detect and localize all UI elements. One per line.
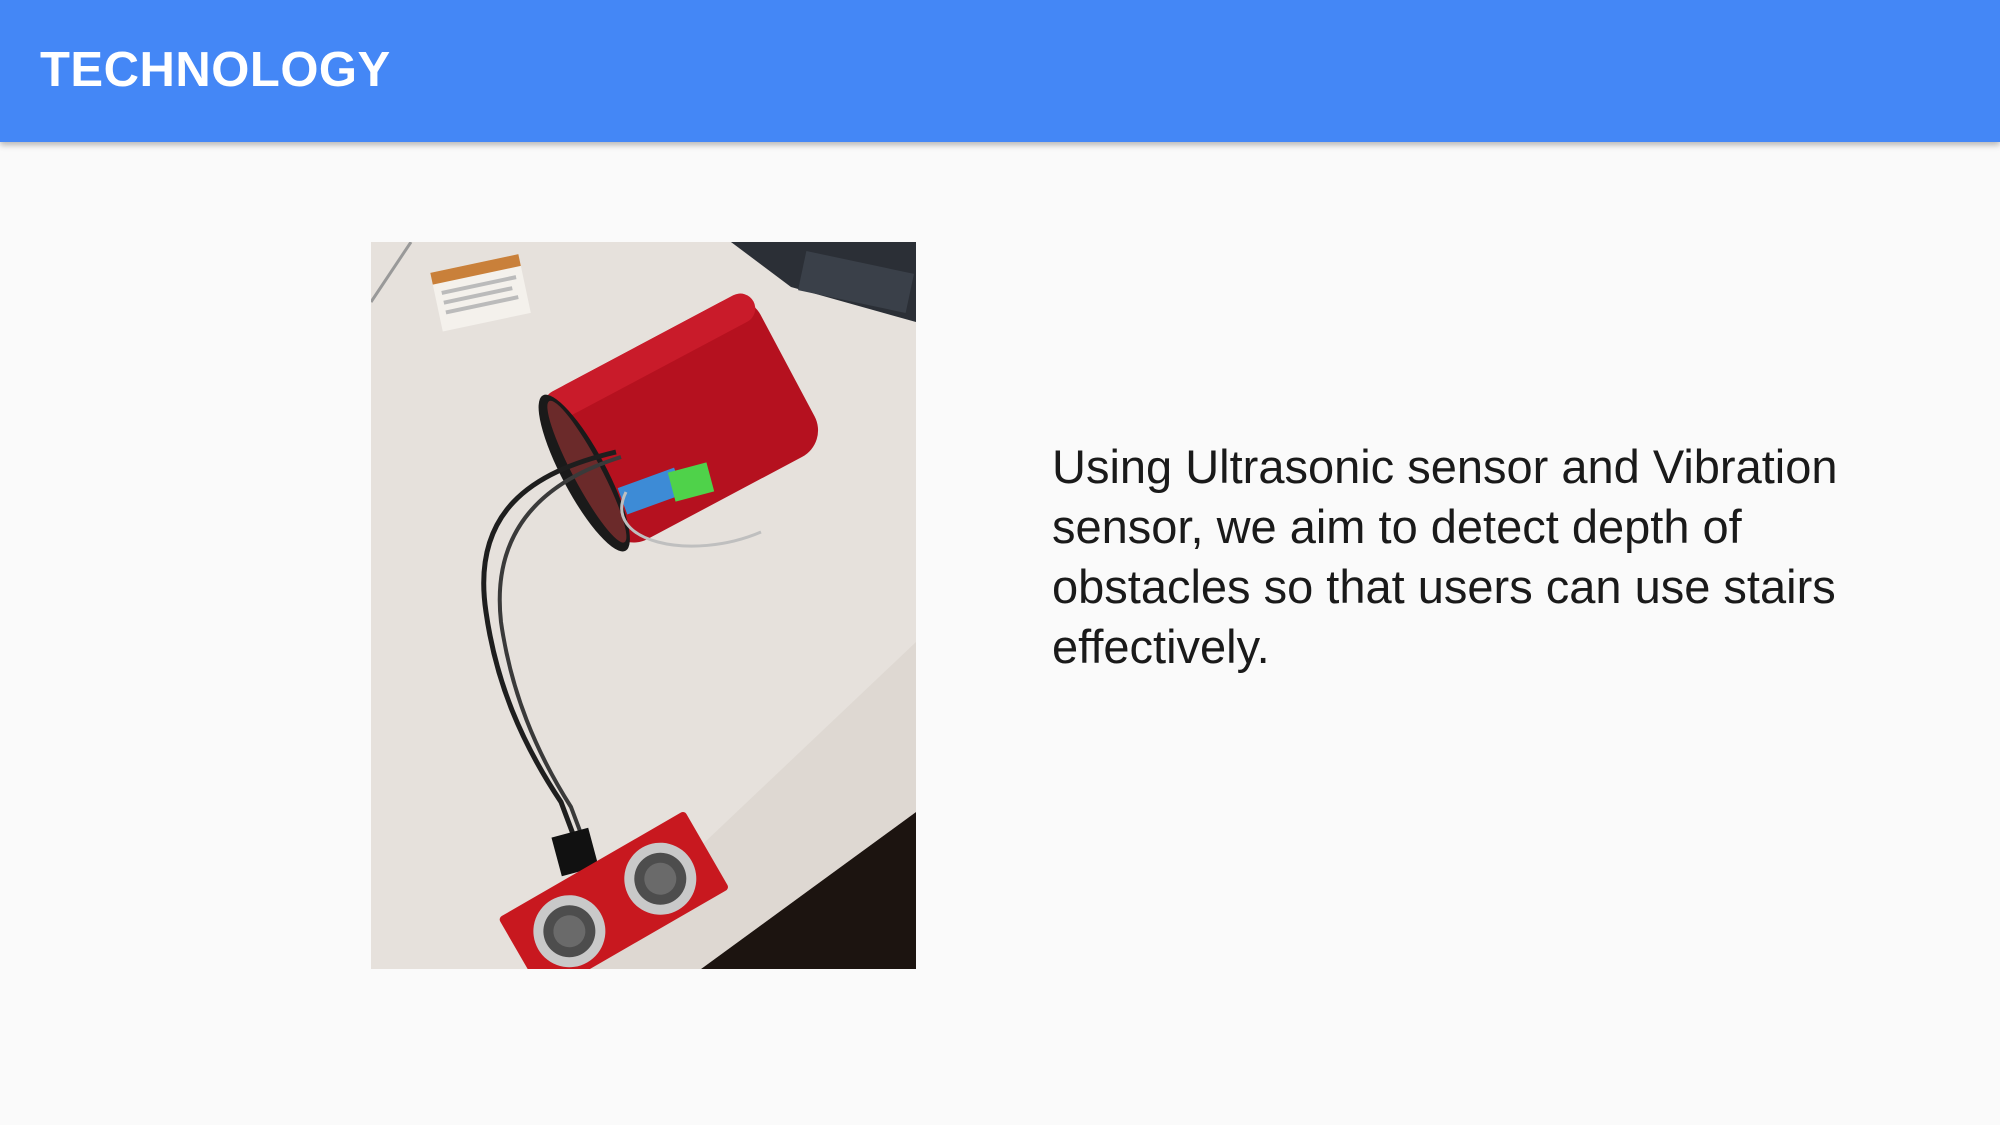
slide-title: TECHNOLOGY <box>40 43 391 97</box>
title-bar: TECHNOLOGY <box>0 0 2000 142</box>
prototype-photo <box>371 242 916 969</box>
prototype-photo-illustration <box>371 242 916 969</box>
body-text: Using Ultrasonic sensor and Vibration se… <box>1052 440 1838 673</box>
slide: TECHNOLOGY Using Ultrasonic sensor and V… <box>0 0 2000 1125</box>
